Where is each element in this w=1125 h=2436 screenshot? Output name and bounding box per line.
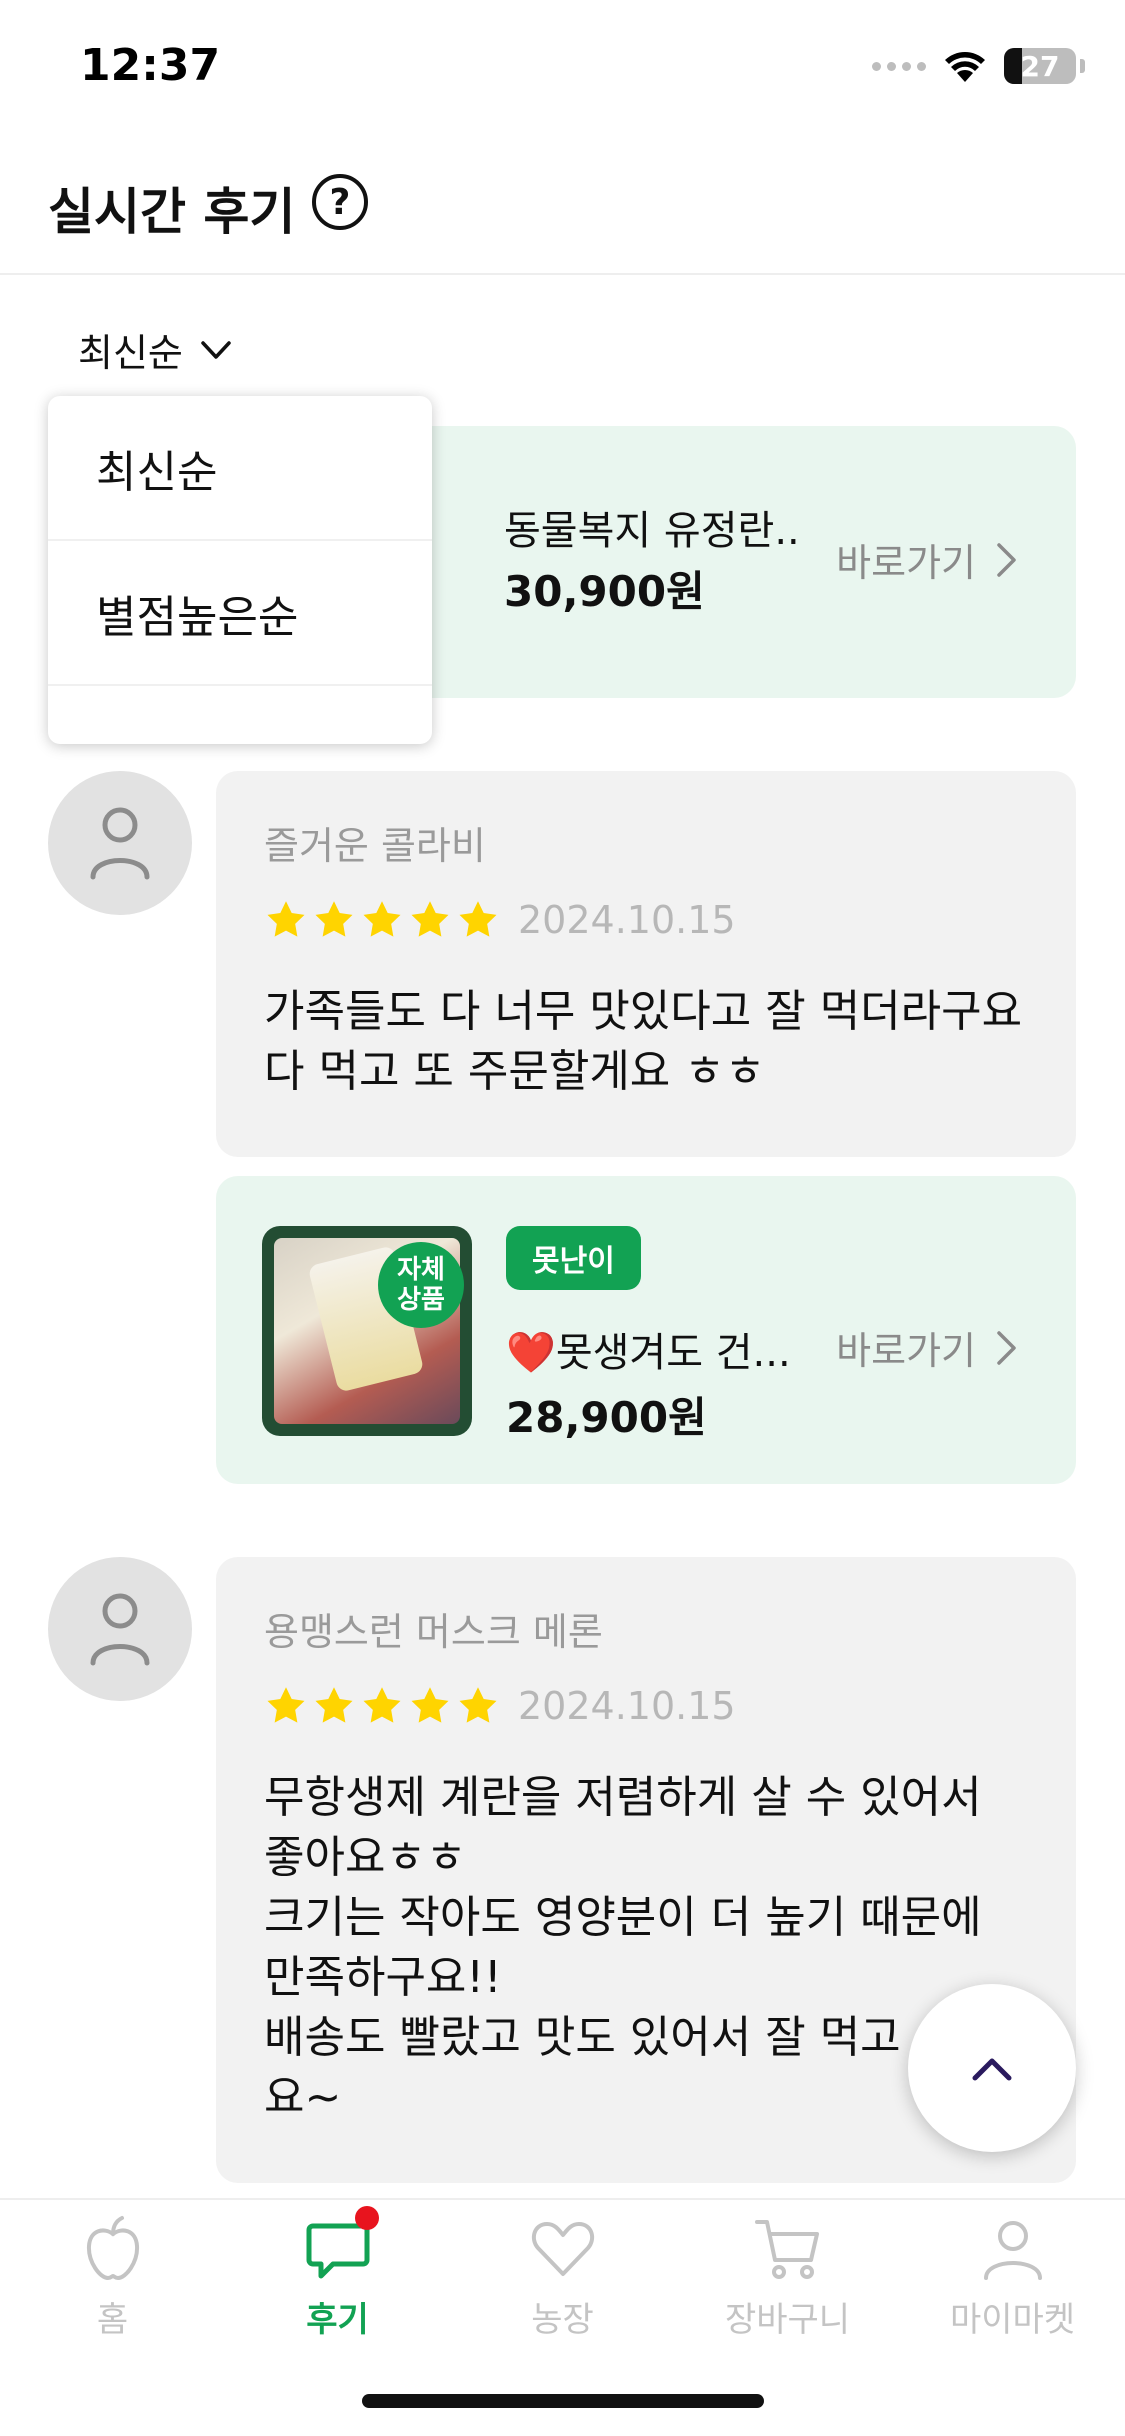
cart-icon xyxy=(754,2220,819,2279)
product-name: 동물복지 유정란... xyxy=(504,508,804,554)
star-icon xyxy=(363,1687,401,1723)
go-to-product-link[interactable]: 바로가기 xyxy=(836,532,1020,587)
chevron-up-icon xyxy=(972,2058,1012,2081)
star-rating xyxy=(264,1684,500,1728)
star-icon xyxy=(315,901,353,937)
sort-option-rating[interactable]: 별점높은순 xyxy=(48,541,432,686)
star-icon xyxy=(459,1687,497,1723)
product-card[interactable]: 자체 상품 못난이 ❤️못생겨도 건... 28,900원 바로가기 xyxy=(216,1176,1076,1484)
sort-selected-label: 최신순 xyxy=(78,331,183,375)
own-product-badge: 자체 상품 xyxy=(378,1242,464,1328)
review-date: 2024.10.15 xyxy=(518,1684,736,1728)
go-link-label: 바로가기 xyxy=(836,1329,976,1373)
chevron-right-icon xyxy=(997,542,1016,577)
reviewer-name: 즐거운 콜라비 xyxy=(264,824,486,868)
product-thumbnail: 자체 상품 xyxy=(262,1226,472,1436)
home-indicator xyxy=(362,2394,764,2408)
star-icon xyxy=(459,901,497,937)
product-price: 28,900원 xyxy=(506,1393,707,1442)
apple-icon xyxy=(86,2216,139,2281)
question-circle-icon[interactable]: ? xyxy=(312,174,368,230)
nav-reviews[interactable]: 후기 xyxy=(225,2206,450,2341)
battery-icon: 27 xyxy=(1004,48,1076,84)
star-rating xyxy=(264,898,500,942)
review-date: 2024.10.15 xyxy=(518,898,736,942)
heart-icon xyxy=(531,2222,594,2276)
status-indicators: 27 xyxy=(872,48,1085,84)
user-icon xyxy=(90,807,150,880)
rating-row: 2024.10.15 xyxy=(264,898,1028,942)
nav-label: 장바구니 xyxy=(724,2300,851,2340)
user-icon xyxy=(90,1593,150,1666)
star-icon xyxy=(267,1687,305,1723)
product-price: 30,900원 xyxy=(504,567,705,616)
nav-label: 농장 xyxy=(531,2300,594,2340)
reviewer-name: 용맹스런 머스크 메론 xyxy=(264,1610,603,1654)
chat-icon xyxy=(303,2206,379,2284)
scroll-to-top-button[interactable] xyxy=(908,1984,1076,2152)
wifi-icon xyxy=(945,52,985,82)
star-icon xyxy=(411,901,449,937)
nav-my-market[interactable]: 마이마켓 xyxy=(900,2214,1125,2341)
nav-label: 마이마켓 xyxy=(949,2300,1076,2340)
review-text: 가족들도 다 너무 맛있다고 잘 먹더라구요 다 먹고 또 주문할게요 ㅎㅎ xyxy=(264,986,1023,1097)
sort-option-latest[interactable]: 최신순 xyxy=(48,396,432,541)
chevron-right-icon xyxy=(997,1330,1016,1365)
status-time: 12:37 xyxy=(80,40,221,91)
rating-row: 2024.10.15 xyxy=(264,1684,1028,1728)
notification-dot xyxy=(354,2206,379,2230)
star-icon xyxy=(411,1687,449,1723)
star-icon xyxy=(267,901,305,937)
chevron-down-icon xyxy=(201,340,231,359)
battery-level: 27 xyxy=(1020,49,1060,83)
nav-cart[interactable]: 장바구니 xyxy=(675,2214,900,2341)
nav-label: 후기 xyxy=(306,2300,369,2340)
signal-icon xyxy=(872,61,926,71)
star-icon xyxy=(363,901,401,937)
product-name: ❤️못생겨도 건... xyxy=(506,1320,806,1378)
review-card: 즐거운 콜라비 2024.10.15 가족들도 다 너무 맛있다고 잘 먹더라구… xyxy=(216,771,1076,1157)
product-name-text: 못생겨도 건... xyxy=(555,1330,791,1376)
sort-dropdown-menu: 최신순 별점높은순 xyxy=(48,396,432,744)
status-bar: 12:37 27 xyxy=(0,0,1125,130)
avatar xyxy=(48,771,192,915)
nav-label: 홈 xyxy=(96,2300,129,2340)
avatar xyxy=(48,1557,192,1701)
user-icon xyxy=(983,2221,1042,2280)
heart-emoji: ❤️ xyxy=(506,1330,556,1376)
go-link-label: 바로가기 xyxy=(836,541,976,585)
go-to-product-link[interactable]: 바로가기 xyxy=(836,1320,1020,1375)
star-icon xyxy=(315,1687,353,1723)
page-title: 실시간 후기 xyxy=(48,183,296,241)
nav-home[interactable]: 홈 xyxy=(0,2214,225,2341)
page-header: 실시간 후기 ? xyxy=(0,150,1125,275)
sort-dropdown-toggle[interactable]: 최신순 xyxy=(78,322,233,377)
nav-farm[interactable]: 농장 xyxy=(450,2214,675,2341)
product-tag: 못난이 xyxy=(506,1226,641,1290)
